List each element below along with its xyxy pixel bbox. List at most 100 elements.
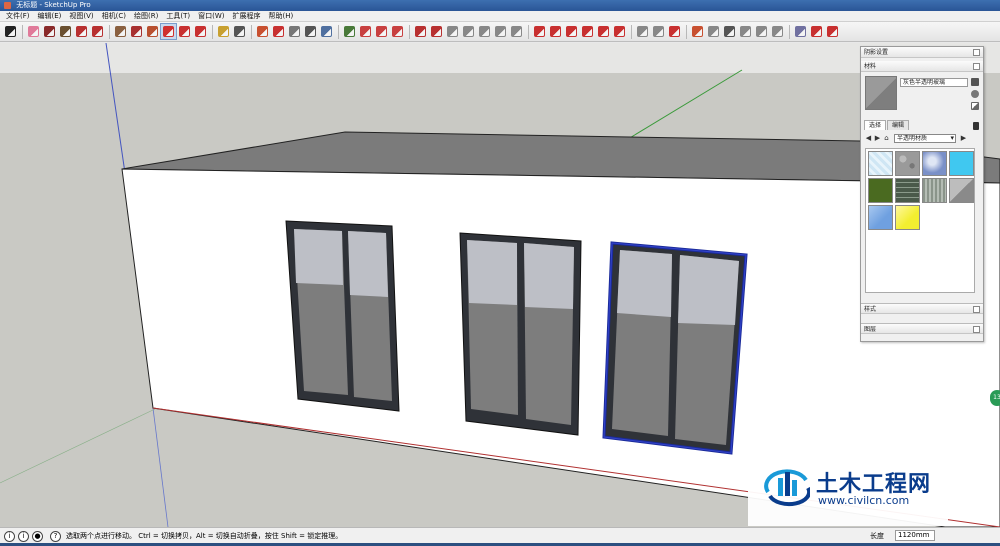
geo-location-icon[interactable]: i [4,531,15,542]
components-button[interactable] [358,24,373,39]
floating-assistant-bubble[interactable]: 13 [990,390,1000,406]
sandbox-button[interactable] [413,24,428,39]
move-button[interactable] [160,23,177,40]
zoom-extents-button[interactable] [319,24,334,39]
walk-button[interactable] [635,24,650,39]
create-material-icon[interactable] [971,90,979,98]
arc-dropdown-button[interactable] [90,24,105,39]
rotate-button[interactable] [177,24,192,39]
pin-icon[interactable] [973,63,980,70]
tab-edit[interactable]: 编辑 [887,120,910,130]
layers-header[interactable]: 图层 [861,323,983,334]
window-2[interactable] [459,232,582,436]
menu-item-1[interactable]: 编辑(E) [34,11,66,21]
menu-item-7[interactable]: 扩展程序 [228,11,264,21]
details-arrow-icon[interactable]: ▶ [959,134,968,143]
iso-view-button[interactable] [793,24,808,39]
swatch-light-blue-pattern[interactable] [868,151,893,176]
menu-item-6[interactable]: 窗口(W) [194,11,228,21]
section-plane-button[interactable] [548,24,563,39]
sandbox-scratch-button[interactable] [429,24,444,39]
measurements-input[interactable]: 1120mm [895,530,935,541]
pin-icon[interactable] [973,49,980,56]
look-around-button[interactable] [651,24,666,39]
look-around-icon [653,26,664,37]
swatch-dark-grid[interactable] [895,178,920,203]
user-icon[interactable]: ● [32,531,43,542]
rectangle-dropdown-button[interactable] [58,24,73,39]
extension-button[interactable] [390,24,405,39]
credits-icon[interactable]: i [18,531,29,542]
smoove-button[interactable] [445,24,460,39]
warehouse-button[interactable] [342,24,357,39]
flip-edge-button[interactable] [509,24,524,39]
swatch-green[interactable] [868,178,893,203]
push-pull-button[interactable] [113,24,128,39]
fog-button[interactable] [706,24,721,39]
scale-button[interactable] [193,24,208,39]
layers-button[interactable] [770,24,785,39]
menu-item-5[interactable]: 工具(T) [162,11,194,21]
window-1[interactable] [285,220,400,412]
top-view-button[interactable] [809,24,824,39]
paint-bucket-button[interactable] [255,24,270,39]
menu-item-4[interactable]: 绘图(R) [130,11,162,21]
styles-header[interactable]: 样式 [861,303,983,314]
eraser-button[interactable] [26,24,41,39]
pin-icon[interactable] [973,326,980,333]
pin-icon[interactable] [973,306,980,313]
protractor-button[interactable] [580,24,595,39]
display-secondary-icon[interactable] [971,78,979,86]
library-select[interactable]: 半透明材质 [894,133,956,143]
swatch-gray-translucent[interactable] [949,178,974,203]
front-view-button[interactable] [825,24,840,39]
menu-item-0[interactable]: 文件(F) [2,11,34,21]
forward-arrow-icon[interactable]: ▶ [873,134,882,143]
shadow-settings-header[interactable]: 阴影设置 [861,47,983,58]
add-detail-button[interactable] [493,24,508,39]
drape-button[interactable] [477,24,492,39]
menu-item-8[interactable]: 帮助(H) [264,11,297,21]
tab-select[interactable]: 选择 [864,120,887,130]
swatch-blue-sky[interactable] [922,151,947,176]
materials-header[interactable]: 材料 [861,61,983,72]
zoom-button[interactable] [303,24,318,39]
text-button[interactable] [232,24,247,39]
swatch-blue[interactable] [868,205,893,230]
menu-item-3[interactable]: 相机(C) [98,11,130,21]
flip-edge-icon [511,26,522,37]
position-camera-button[interactable] [667,24,682,39]
tape-measure-button[interactable] [216,24,231,39]
window-3-selected[interactable] [602,241,748,455]
axes-button[interactable] [596,24,611,39]
back-arrow-icon[interactable]: ◀ [864,134,873,143]
dimension-button[interactable] [564,24,579,39]
home-icon[interactable]: ⌂ [882,134,891,143]
solid-tools-button[interactable] [532,24,547,39]
offset-button[interactable] [129,24,144,39]
swatch-cyan[interactable] [949,151,974,176]
face-style-button[interactable] [738,24,753,39]
civilcn-logo-icon [764,469,810,507]
swatch-gray-stripes[interactable] [922,178,947,203]
shadow-button[interactable] [690,24,705,39]
swatch-gray-stucco[interactable] [895,151,920,176]
default-material-icon[interactable] [971,102,979,110]
stamp-button[interactable] [461,24,476,39]
material-name-field[interactable]: 灰色半透明玻璃 [900,78,968,87]
xray-button[interactable] [754,24,769,39]
orbit-button[interactable] [271,24,286,39]
arc-button[interactable] [74,24,89,39]
swatch-yellow[interactable] [895,205,920,230]
menu-item-2[interactable]: 视图(V) [65,11,97,21]
pan-button[interactable] [287,24,302,39]
select-arrow-button[interactable] [3,24,18,39]
follow-me-button[interactable] [145,24,160,39]
pencil-line-button[interactable] [42,24,57,39]
3d-text-button[interactable] [612,24,627,39]
share-model-button[interactable] [374,24,389,39]
edge-style-button[interactable] [722,24,737,39]
add-detail-icon [495,26,506,37]
help-icon[interactable]: ? [50,531,61,542]
sample-paint-icon[interactable] [973,122,979,130]
